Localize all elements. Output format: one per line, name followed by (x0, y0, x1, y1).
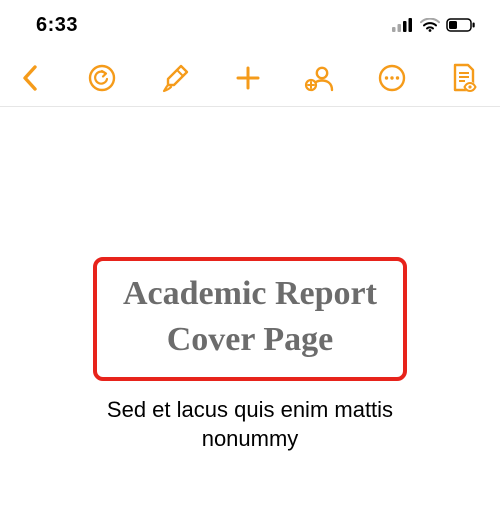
status-icons (392, 18, 476, 32)
ellipsis-icon (377, 63, 407, 93)
wifi-icon (420, 18, 440, 32)
undo-icon (87, 63, 117, 93)
title-selection-highlight: Academic Report Cover Page (93, 257, 407, 381)
insert-button[interactable] (230, 60, 266, 96)
cellular-icon (392, 18, 414, 32)
add-person-icon (304, 63, 336, 93)
paintbrush-icon (161, 63, 191, 93)
chevron-left-icon (19, 63, 41, 93)
collaborate-button[interactable] (302, 60, 338, 96)
view-settings-button[interactable] (446, 60, 482, 96)
format-button[interactable] (158, 60, 194, 96)
plus-icon (234, 64, 262, 92)
document-subtitle[interactable]: Sed et lacus quis enim mattis nonummy (0, 395, 500, 454)
status-time: 6:33 (36, 14, 78, 37)
app-toolbar (0, 50, 500, 106)
back-button[interactable] (12, 60, 48, 96)
document-canvas[interactable]: Academic Report Cover Page Sed et lacus … (0, 107, 500, 454)
status-bar: 6:33 (0, 0, 500, 50)
battery-icon (446, 18, 476, 32)
document-view-icon (450, 62, 478, 94)
undo-button[interactable] (84, 60, 120, 96)
more-button[interactable] (374, 60, 410, 96)
document-title[interactable]: Academic Report Cover Page (123, 271, 377, 363)
